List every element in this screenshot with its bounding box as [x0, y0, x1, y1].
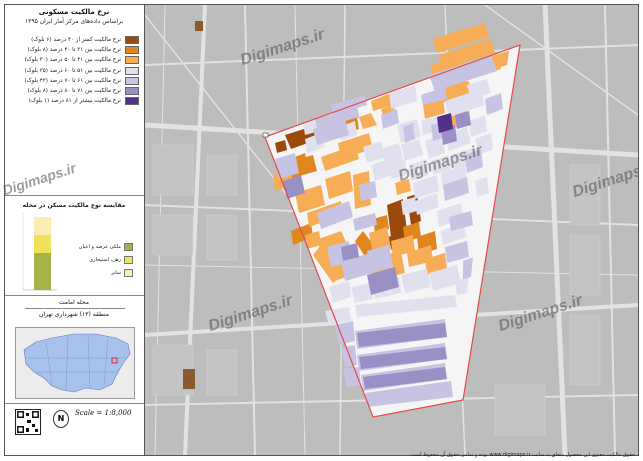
scale-label: Scale = 1:8,000 — [75, 409, 132, 417]
qr-code — [15, 409, 41, 435]
divider — [25, 308, 125, 309]
legend-item: نرخ مالکیت بین ۶۱ تا ۷۰ درصد (۴۳ بلوک) — [9, 76, 139, 86]
legend-item-label: نرخ مالکیت کمتر از ۳۰ درصد (۶ بلوک) — [31, 37, 121, 44]
bar-segment-owned — [34, 253, 51, 290]
divider — [5, 403, 144, 404]
bar-segment-rent — [34, 235, 51, 253]
qr-pattern — [17, 411, 39, 433]
bar-chart-title: مقایسه نوع مالکیت مسکن در محله — [22, 202, 126, 209]
inset-map — [15, 327, 135, 399]
bar-key-label: ملکی عرصه و اعیان — [78, 244, 121, 250]
legend-item: نرخ مالکیت بین ۳۱ تا ۴۰ درصد (۸ بلوک) — [9, 45, 139, 55]
bar-key-label: رهن، استیجاری — [89, 257, 121, 263]
legend-swatch — [125, 76, 139, 85]
legend-item-label: نرخ مالکیت بین ۴۱ تا ۵۰ درصد (۳۰ بلوک) — [24, 57, 121, 64]
legend-item-label: نرخ مالکیت بین ۷۱ تا ۸۰ درصد (۸ بلوک) — [27, 88, 121, 95]
divider — [5, 195, 144, 196]
map-svg — [145, 5, 638, 455]
bar-key-owned: ملکی عرصه و اعیان — [63, 243, 133, 251]
bar-key-other: سایر — [63, 269, 133, 277]
legend-item-label: نرخ مالکیت بین ۶۱ تا ۷۰ درصد (۴۳ بلوک) — [24, 77, 121, 84]
ownership-bar-chart — [22, 212, 57, 291]
legend-item-label: نرخ مالکیت بین ۳۱ تا ۴۰ درصد (۸ بلوک) — [27, 47, 121, 54]
bar-key-label: سایر — [111, 270, 121, 276]
brown-landmark — [195, 21, 203, 31]
legend-item: نرخ مالکیت بین ۷۱ تا ۸۰ درصد (۸ بلوک) — [9, 86, 139, 96]
legend-swatch — [125, 36, 139, 45]
map-layout-frame: نرخ مالکیت مسکونی براساس داده‌های مرکز آ… — [0, 4, 639, 456]
map-canvas[interactable]: Digimaps.ir Digimaps.ir Digimaps.ir Digi… — [145, 5, 638, 455]
tehran-inset — [23, 333, 131, 393]
legend-item: نرخ مالکیت کمتر از ۳۰ درصد (۶ بلوک) — [9, 35, 139, 45]
divider — [5, 295, 144, 296]
bar-key-swatch — [124, 243, 133, 251]
legend: نرخ مالکیت کمتر از ۳۰ درصد (۶ بلوک) نرخ … — [9, 35, 139, 106]
bar-key-swatch — [124, 269, 133, 277]
bar-segment-other — [34, 217, 51, 235]
legend-item: نرخ مالکیت بین ۵۱ تا ۶۰ درصد (۳۵ بلوک) — [9, 66, 139, 76]
copyright-notice: حقوق مالکیت معنوی این محصول متعلق به سای… — [409, 452, 635, 458]
legend-swatch — [125, 97, 139, 106]
map-subtitle: براساس داده‌های مرکز آمار ایران ۱۳۹۵ — [24, 18, 124, 25]
north-arrow-icon: N — [53, 410, 69, 428]
bar-key-swatch — [124, 256, 133, 264]
map-title: نرخ مالکیت مسکونی — [38, 8, 110, 16]
legend-panel: نرخ مالکیت مسکونی براساس داده‌های مرکز آ… — [5, 5, 145, 455]
legend-swatch — [125, 56, 139, 65]
legend-item: نرخ مالکیت بین ۴۱ تا ۵۰ درصد (۳۰ بلوک) — [9, 55, 139, 65]
legend-item-label: نرخ مالکیت بیشتر از ۸۱ درصد (۱ بلوک) — [28, 98, 121, 105]
title-box: نرخ مالکیت مسکونی براساس داده‌های مرکز آ… — [7, 7, 141, 33]
bar-key-rent: رهن، استیجاری — [63, 256, 133, 264]
legend-item: نرخ مالکیت بیشتر از ۸۱ درصد (۱ بلوک) — [9, 96, 139, 106]
legend-item-label: نرخ مالکیت بین ۵۱ تا ۶۰ درصد (۳۵ بلوک) — [24, 67, 121, 74]
district-name: منطقه (۱۳) شهرداری تهران — [39, 311, 109, 318]
brown-landmark — [183, 369, 195, 389]
legend-swatch — [125, 87, 139, 96]
legend-swatch — [125, 66, 139, 75]
legend-swatch — [125, 46, 139, 55]
landmark-marker — [262, 132, 269, 138]
neighborhood-name: محله امامت — [58, 299, 89, 306]
